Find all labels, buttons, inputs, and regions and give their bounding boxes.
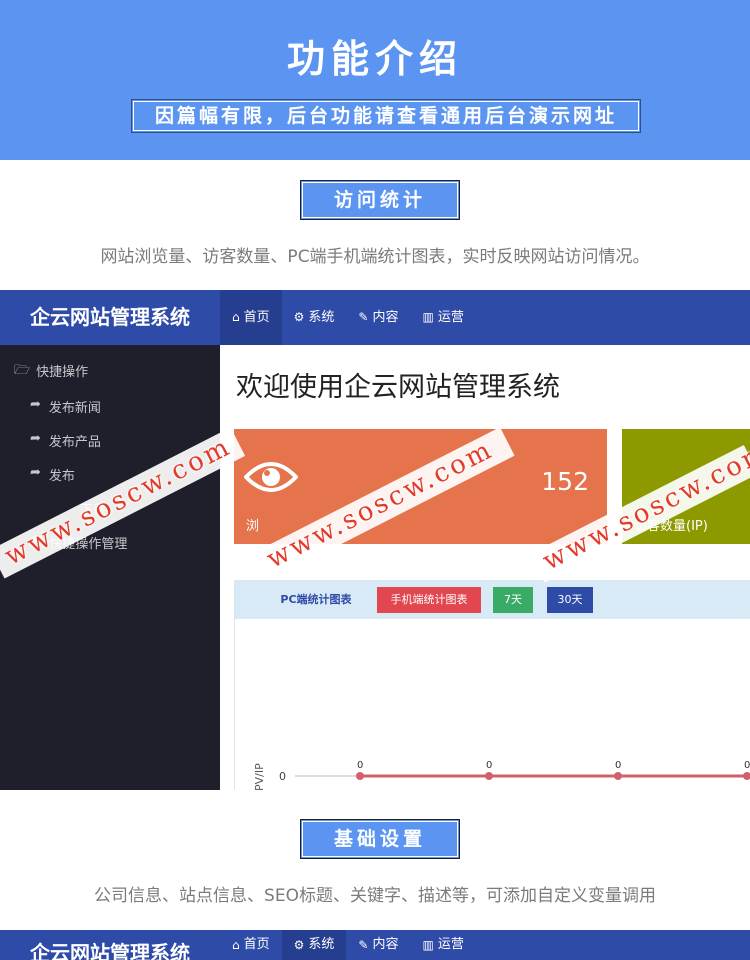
pageviews-label: 浏 (246, 519, 260, 534)
y-axis-label: PV/IP (253, 763, 266, 790)
admin-screenshot: 企云网站管理系统 ⌂ 首页 ⚙ 系统 ✎ 内容 ▥ 运营 🗁 快捷操作 ➦ 发布… (0, 290, 750, 790)
data-label: 0 (744, 760, 750, 771)
admin-topbar: 企云网站管理系统 ⌂ 首页 ⚙ 系统 ✎ 内容 ▥ 运营 (0, 290, 750, 345)
admin-nav: ⌂ 首页 ⚙ 系统 ✎ 内容 ▥ 运营 (220, 290, 476, 345)
sidebar-item-publish-news[interactable]: ➦ 发布新闻 (30, 397, 101, 416)
nav-label: 内容 (372, 937, 399, 952)
section-heading-visit-stats: 访问统计 (300, 180, 460, 220)
nav-label: 首页 (243, 937, 270, 952)
bar-chart-icon: ▥ (422, 310, 434, 324)
section-description-basic-settings: 公司信息、站点信息、SEO标题、关键字、描述等，可添加自定义变量调用 (94, 886, 656, 906)
data-label: 0 (357, 760, 363, 771)
edit-icon: ✎ (358, 310, 369, 324)
data-point (356, 772, 364, 780)
home-icon: ⌂ (232, 938, 240, 952)
section-description-visit-stats: 网站浏览量、访客数量、PC端手机端统计图表，实时反映网站访问情况。 (100, 247, 650, 267)
nav-item-home[interactable]: ⌂ 首页 (220, 930, 282, 960)
nav-item-content[interactable]: ✎ 内容 (346, 930, 410, 960)
nav-item-operations[interactable]: ▥ 运营 (411, 290, 476, 345)
nav-label: 运营 (437, 937, 464, 952)
tab-30-days[interactable]: 30天 (547, 587, 593, 613)
data-point (485, 772, 493, 780)
tab-pc-stats[interactable]: PC端统计图表 (275, 587, 357, 613)
data-point (743, 772, 750, 780)
hero-banner: 功能介绍 因篇幅有限，后台功能请查看通用后台演示网址 (0, 0, 750, 160)
page: 功能介绍 因篇幅有限，后台功能请查看通用后台演示网址 访问统计 网站浏览量、访客… (0, 0, 750, 960)
nav-label: 首页 (243, 310, 270, 325)
bar-chart-icon: ▥ (422, 938, 434, 952)
admin-nav: ⌂ 首页 ⚙ 系统 ✎ 内容 ▥ 运营 (220, 930, 476, 960)
nav-label: 系统 (308, 937, 335, 952)
edit-icon: ✎ (358, 938, 369, 952)
sidebar-item-label: 发布产品 (48, 435, 101, 450)
cogs-icon: ⚙ (293, 310, 305, 324)
nav-label: 系统 (308, 310, 335, 325)
nav-item-content[interactable]: ✎ 内容 (346, 290, 410, 345)
welcome-title: 欢迎使用企云网站管理系统 (236, 372, 560, 403)
home-icon: ⌂ (232, 310, 240, 324)
line-chart: PV/IP 0 0 0 0 0 (253, 760, 750, 790)
nav-label: 内容 (372, 310, 399, 325)
nav-item-operations[interactable]: ▥ 运营 (411, 930, 476, 960)
admin-sidebar: 🗁 快捷操作 ➦ 发布新闻 ➦ 发布产品 ➦ 发布 下载 ◉ 快捷操作管理 (0, 345, 220, 790)
pageviews-value: 152 (541, 467, 589, 496)
nav-item-system[interactable]: ⚙ 系统 (281, 930, 347, 960)
sidebar-heading-label: 快捷操作 (36, 365, 89, 380)
admin-brand: 企云网站管理系统 (30, 941, 190, 960)
admin-main: 欢迎使用企云网站管理系统 152 浏 访客数量(IP) PC端统计图表 手机端统… (220, 345, 750, 790)
chart-panel: PC端统计图表 手机端统计图表 7天 30天 PV/IP 0 0 0 0 0 (234, 580, 750, 790)
share-icon: ➦ (30, 465, 41, 480)
sidebar-item-label: 发布新闻 (48, 401, 101, 416)
cogs-icon: ⚙ (293, 938, 305, 952)
sidebar-heading[interactable]: 🗁 快捷操作 (14, 361, 88, 383)
nav-item-system[interactable]: ⚙ 系统 (282, 290, 347, 345)
data-point (614, 772, 622, 780)
share-icon: ➦ (30, 397, 41, 412)
eye-icon (244, 462, 298, 492)
section-heading-basic-settings: 基础设置 (300, 819, 460, 859)
tab-7-days[interactable]: 7天 (493, 587, 533, 613)
data-label: 0 (486, 760, 492, 771)
admin-brand: 企云网站管理系统 (30, 305, 190, 329)
sidebar-item-publish-product[interactable]: ➦ 发布产品 (30, 431, 101, 450)
nav-item-home[interactable]: ⌂ 首页 (220, 290, 282, 345)
sidebar-item-label: 发布 (48, 469, 75, 484)
chart-tabs: PC端统计图表 手机端统计图表 7天 30天 (235, 581, 750, 619)
hero-subtitle: 因篇幅有限，后台功能请查看通用后台演示网址 (131, 99, 641, 133)
folder-open-icon: 🗁 (14, 363, 31, 378)
tab-mobile-stats[interactable]: 手机端统计图表 (377, 587, 481, 613)
y-tick-label: 0 (279, 770, 286, 783)
admin-screenshot-2: 企云网站管理系统 ⌂ 首页 ⚙ 系统 ✎ 内容 ▥ 运营 (0, 930, 750, 960)
hero-title: 功能介绍 (286, 37, 463, 81)
data-label: 0 (615, 760, 621, 771)
sidebar-item-publish[interactable]: ➦ 发布 (30, 465, 75, 484)
nav-label: 运营 (437, 310, 464, 325)
share-icon: ➦ (30, 431, 41, 446)
